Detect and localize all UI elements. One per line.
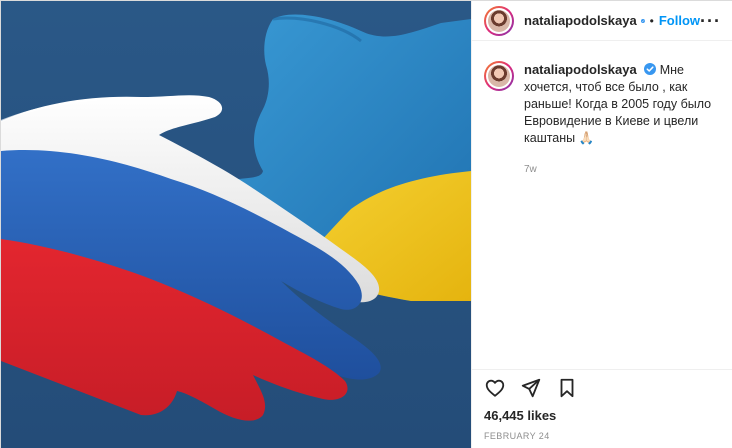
post-sidebar: nataliapodolskaya • Follow ··· nataliapo… xyxy=(471,1,732,448)
caption-block: nataliapodolskaya Мне хочется, чтоб все … xyxy=(524,61,721,178)
send-icon[interactable] xyxy=(520,377,542,399)
verified-badge-icon xyxy=(644,63,657,75)
instagram-post: nataliapodolskaya • Follow ··· nataliapo… xyxy=(0,0,732,448)
handshake-illustration xyxy=(1,1,471,448)
caption-section: nataliapodolskaya Мне хочется, чтоб все … xyxy=(472,41,732,178)
caption-username[interactable]: nataliapodolskaya xyxy=(524,62,637,77)
follow-button[interactable]: Follow xyxy=(659,13,700,28)
header-username[interactable]: nataliapodolskaya xyxy=(524,13,637,28)
action-bar xyxy=(472,369,732,405)
verified-badge-icon xyxy=(640,18,645,23)
post-age[interactable]: 7w xyxy=(524,161,721,178)
post-header: nataliapodolskaya • Follow ··· xyxy=(472,1,732,41)
likes-count[interactable]: 46,445 likes xyxy=(484,408,556,423)
post-date[interactable]: FEBRUARY 24 xyxy=(484,431,550,441)
heart-icon[interactable] xyxy=(484,377,506,399)
post-image[interactable] xyxy=(1,1,471,448)
separator-dot: • xyxy=(649,13,654,28)
caption-avatar[interactable] xyxy=(484,61,514,91)
more-options-icon[interactable]: ··· xyxy=(700,12,721,30)
bookmark-icon[interactable] xyxy=(556,377,578,399)
avatar[interactable] xyxy=(484,5,514,36)
